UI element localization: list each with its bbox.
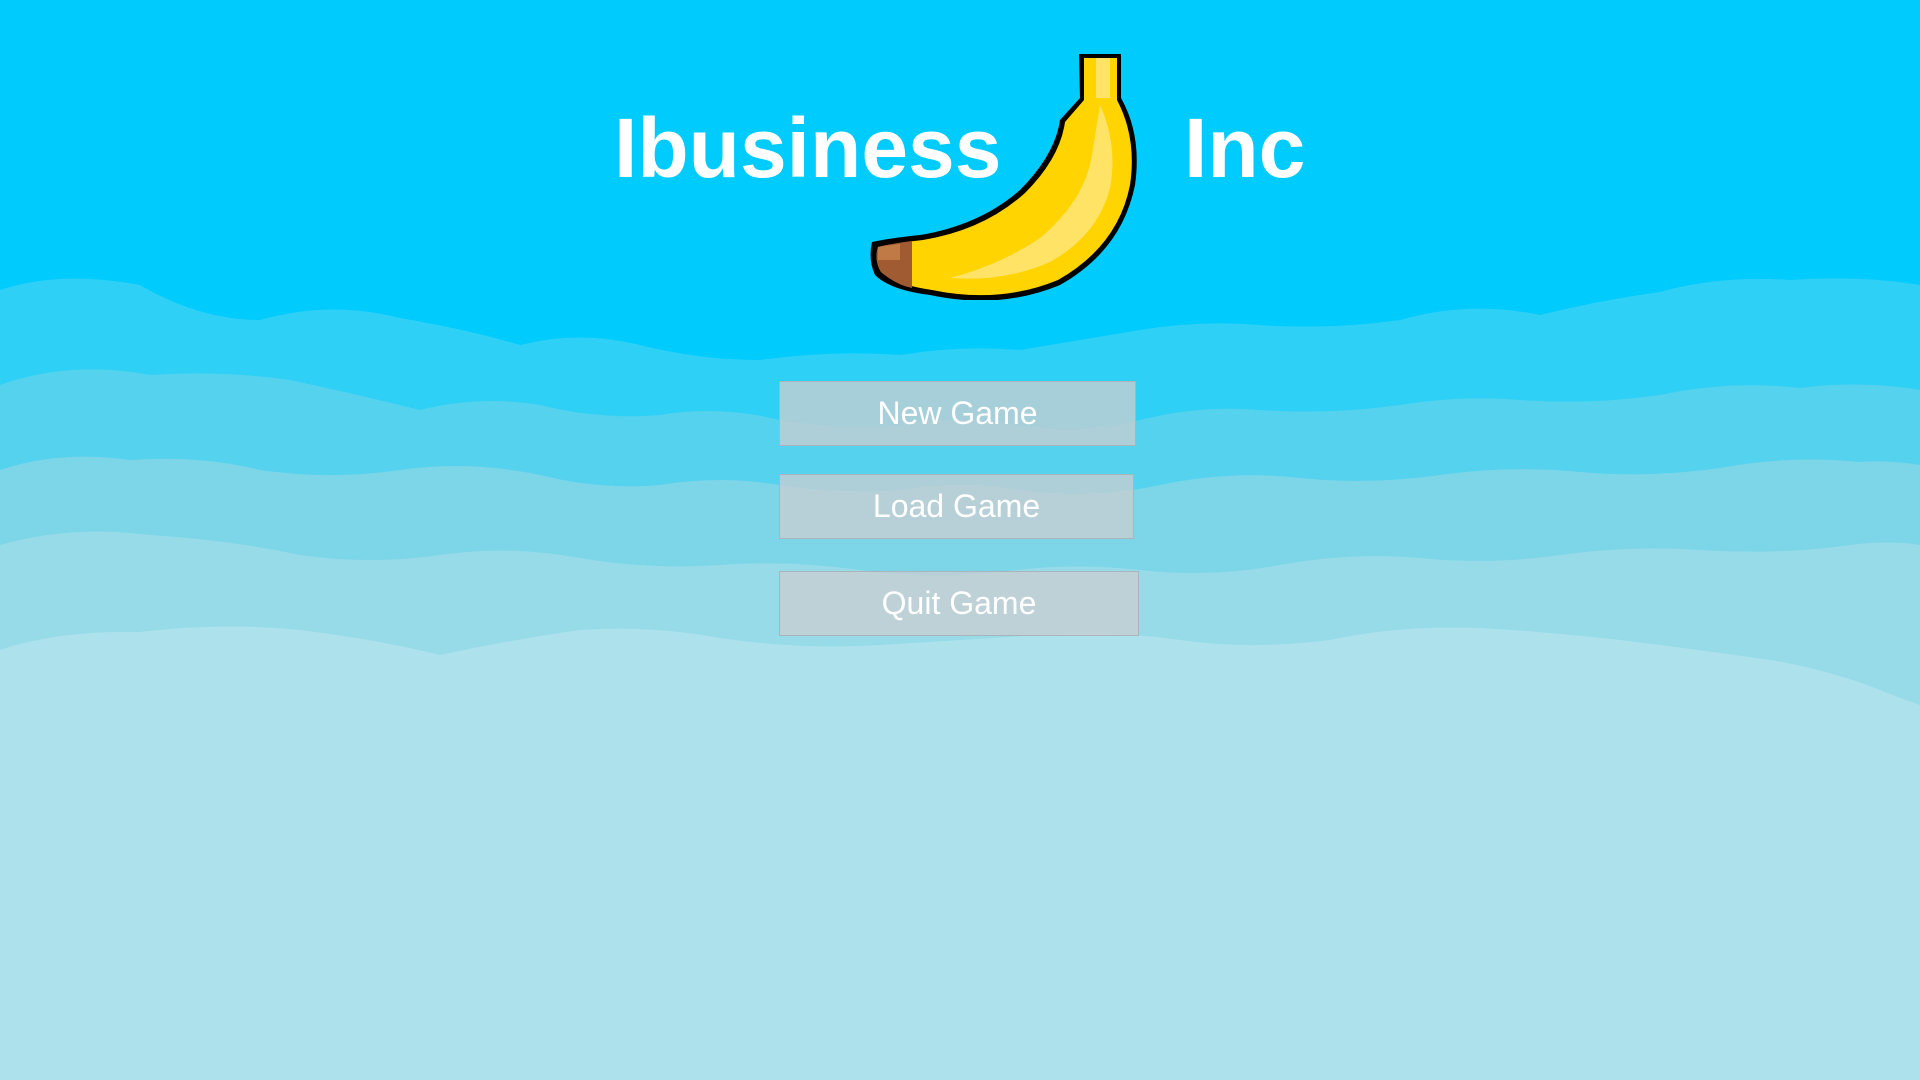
- new-game-label: New Game: [877, 395, 1038, 431]
- quit-game-label: Quit Game: [881, 585, 1037, 621]
- title-right-word: Inc: [1184, 101, 1306, 195]
- banana-icon: [870, 54, 1137, 300]
- load-game-button[interactable]: Load Game: [779, 474, 1134, 539]
- cloud-layer-front: [0, 626, 1920, 1080]
- load-game-label: Load Game: [872, 488, 1041, 524]
- quit-game-button[interactable]: Quit Game: [779, 571, 1139, 636]
- new-game-button[interactable]: New Game: [779, 381, 1136, 446]
